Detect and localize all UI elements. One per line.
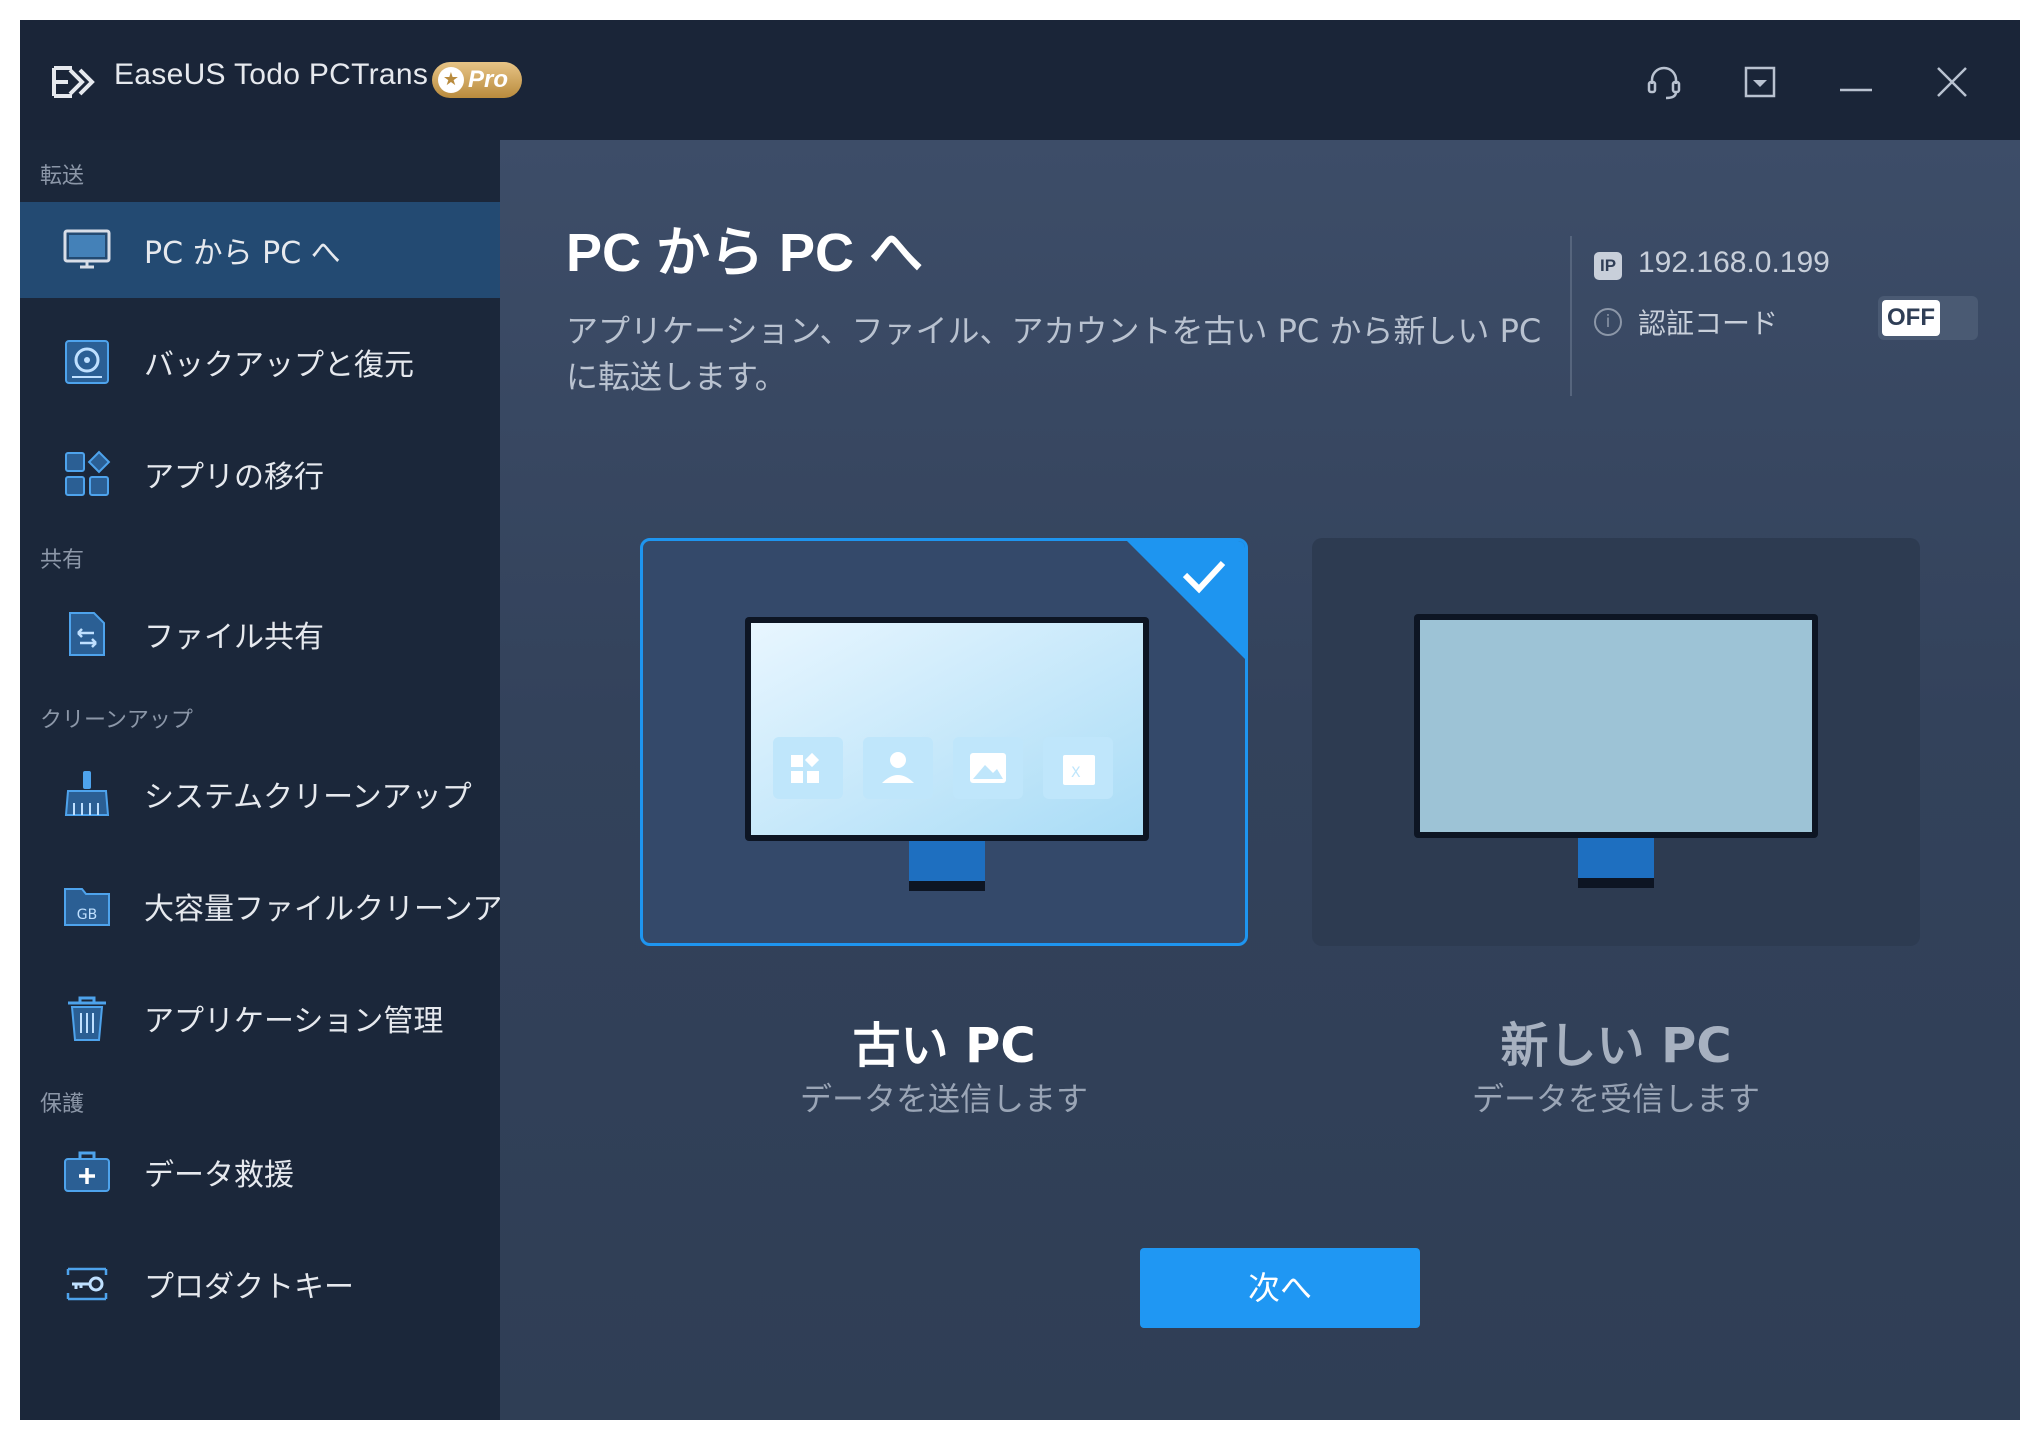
auth-code-toggle[interactable]: OFF <box>1878 296 1978 340</box>
pro-badge-label: Pro <box>468 66 509 93</box>
sidebar-item-app-management[interactable]: アプリケーション管理 <box>20 970 500 1066</box>
auth-code-label: 認証コード <box>1638 307 1779 340</box>
sidebar-item-file-share[interactable]: ファイル共有 <box>20 586 500 682</box>
sidebar-item-data-rescue[interactable]: データ救援 <box>20 1124 500 1220</box>
ip-address: 192.168.0.199 <box>1638 246 1830 279</box>
sidebar-item-backup[interactable]: バックアップと復元 <box>20 314 500 410</box>
ip-icon: IP <box>1594 252 1622 280</box>
sidebar-item-system-cleanup[interactable]: システムクリーンアップ <box>20 746 500 842</box>
sidebar: 転送 PC から PC へ バックアップと復元 アプリの移行 共有 ファイル共有… <box>20 140 563 1420</box>
sidebar-item-label: アプリの移行 <box>144 460 324 495</box>
sidebar-item-label: データ救援 <box>144 1158 294 1193</box>
sidebar-item-label: システムクリーンアップ <box>144 780 472 815</box>
section-label-protect: 保護 <box>40 1092 85 1117</box>
key-icon <box>66 1267 108 1301</box>
section-label-share: 共有 <box>40 548 85 573</box>
sidebar-item-app-migration[interactable]: アプリの移行 <box>20 426 500 522</box>
svg-text:GB: GB <box>77 907 97 923</box>
monitor-icon <box>63 229 111 269</box>
headset-icon[interactable] <box>1642 60 1686 104</box>
minimize-icon[interactable] <box>1834 60 1878 104</box>
old-pc-card[interactable]: X <box>640 538 1248 946</box>
page-description: アプリケーション、ファイル、アカウントを古い PC から新しい PC に転送しま… <box>566 312 1542 396</box>
new-pc-title: 新しい PC <box>1500 1018 1732 1074</box>
sidebar-item-label: ファイル共有 <box>144 620 324 655</box>
header-divider <box>1570 236 1572 396</box>
title-bar: EaseUS Todo PCTrans ★ Pro <box>20 20 2020 140</box>
svg-text:X: X <box>1071 765 1081 781</box>
section-label-cleanup: クリーンアップ <box>40 708 193 733</box>
new-pc-subtitle: データを受信します <box>1471 1080 1760 1118</box>
sidebar-item-product-key[interactable]: プロダクトキー <box>20 1236 500 1332</box>
old-pc-subtitle: データを送信します <box>799 1080 1088 1118</box>
sidebar-item-large-file-cleanup[interactable]: GB 大容量ファイルクリーンアップ <box>20 858 563 954</box>
app-window: EaseUS Todo PCTrans ★ Pro 転送 PC から PC へ … <box>20 20 2020 1420</box>
toggle-state-label: OFF <box>1882 300 1940 336</box>
sidebar-item-label: バックアップと復元 <box>144 348 414 383</box>
old-pc-monitor-icon: X <box>745 617 1149 891</box>
section-label-transfer: 転送 <box>40 164 85 189</box>
old-pc-title: 古い PC <box>852 1018 1036 1074</box>
rescue-kit-icon <box>64 1151 110 1192</box>
info-icon[interactable]: i <box>1594 308 1622 336</box>
sidebar-item-label: PC から PC へ <box>144 236 341 271</box>
pro-badge: ★ Pro <box>432 62 523 98</box>
next-button[interactable]: 次へ <box>1140 1248 1420 1328</box>
sidebar-item-label: アプリケーション管理 <box>144 1004 444 1039</box>
new-pc-card[interactable] <box>1312 538 1920 946</box>
sidebar-item-pc-to-pc[interactable]: PC から PC へ <box>20 202 500 298</box>
dropdown-icon[interactable] <box>1738 60 1782 104</box>
main-panel: PC から PC へ アプリケーション、ファイル、アカウントを古い PC から新… <box>500 140 2020 1420</box>
sidebar-item-label: プロダクトキー <box>144 1270 354 1305</box>
apps-icon <box>65 450 111 496</box>
broom-icon <box>64 771 110 816</box>
app-title: EaseUS Todo PCTrans <box>114 58 429 91</box>
new-pc-monitor-icon <box>1414 614 1818 888</box>
trash-icon <box>68 996 106 1041</box>
easeus-logo-icon <box>52 66 95 98</box>
gb-folder-icon: GB <box>64 888 110 926</box>
page-title: PC から PC へ <box>566 223 924 283</box>
close-icon[interactable] <box>1930 60 1974 104</box>
backup-icon <box>65 340 109 384</box>
star-icon: ★ <box>438 67 464 93</box>
file-share-icon <box>69 612 105 656</box>
